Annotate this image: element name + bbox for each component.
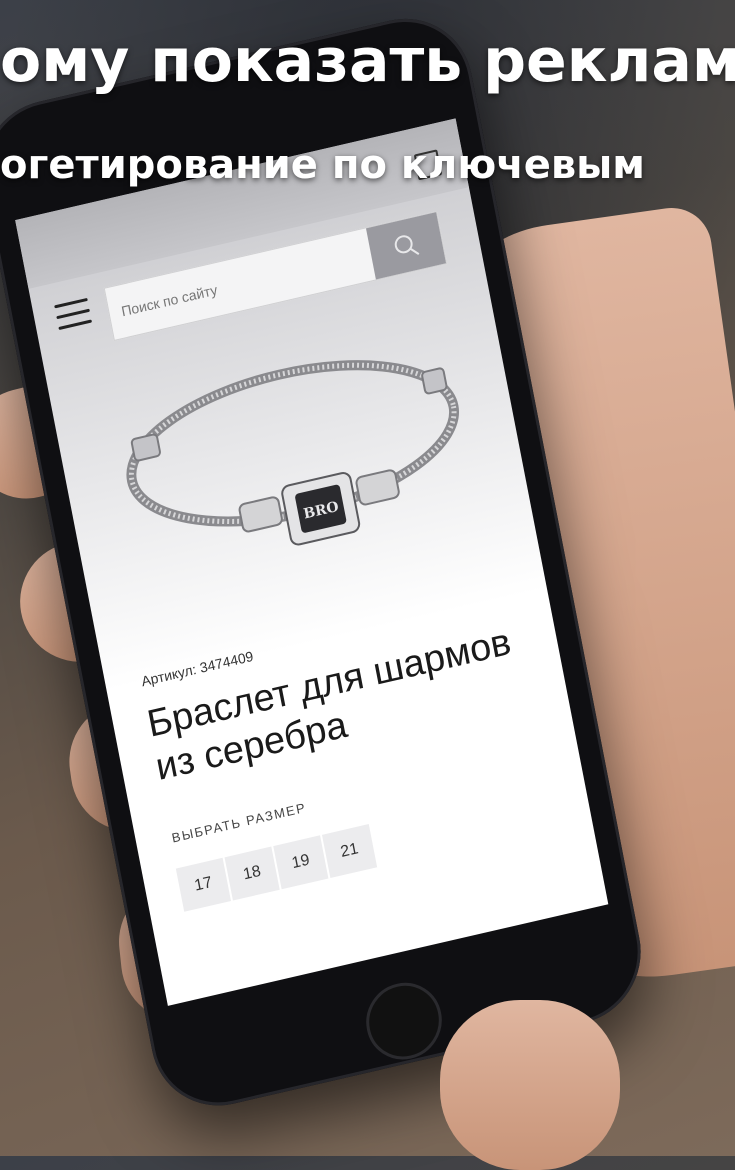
product-image-bracelet[interactable]: BRO bbox=[87, 293, 501, 604]
product-title: Браслет для шармов из серебра bbox=[143, 620, 515, 790]
search-button[interactable] bbox=[365, 212, 447, 280]
home-button[interactable] bbox=[359, 975, 449, 1068]
banner-headline: ому показать реклам bbox=[0, 26, 735, 96]
hamburger-icon[interactable] bbox=[54, 297, 93, 333]
size-option[interactable]: 17 bbox=[175, 857, 231, 912]
size-option[interactable]: 19 bbox=[273, 835, 329, 890]
hand-thumb bbox=[440, 1000, 620, 1170]
size-select-label: ВЫБРАТЬ РАЗМЕР bbox=[170, 799, 308, 846]
size-option[interactable]: 18 bbox=[224, 846, 280, 901]
search-icon bbox=[394, 235, 420, 256]
size-option[interactable]: 21 bbox=[321, 824, 378, 879]
banner-subheadline: огетирование по ключевым bbox=[0, 142, 645, 188]
